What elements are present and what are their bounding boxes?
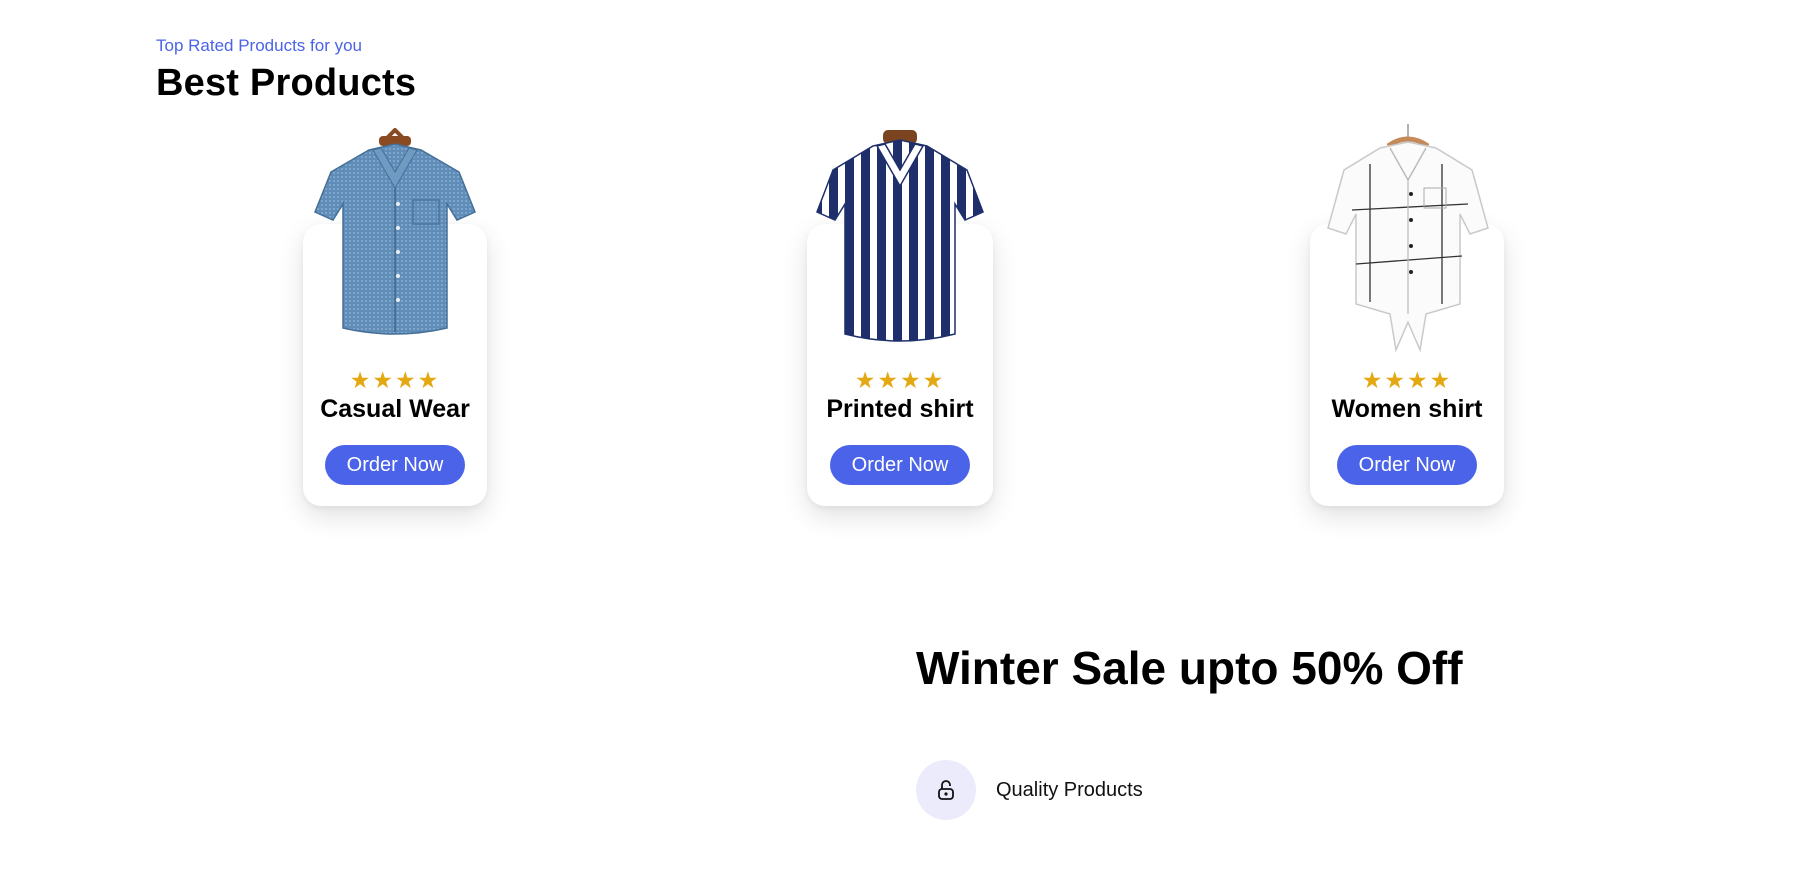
order-now-button[interactable]: Order Now [830,445,970,485]
star-rating: ★★★★ [1361,367,1453,393]
section-header: Top Rated Products for you Best Products [156,36,416,106]
product-card-women-shirt: ★★★★ Women shirt Order Now [1310,124,1504,506]
section-subtitle: Top Rated Products for you [156,36,363,55]
white-plaid-shirt-image [1327,124,1489,353]
winter-sale-heading: Winter Sale upto 50% Off [916,642,1463,694]
order-now-button[interactable]: Order Now [325,445,465,485]
feature-quality-products: Quality Products [916,760,1143,820]
star-rating: ★★★★ [349,367,441,393]
product-name: Casual Wear [320,395,470,423]
order-now-button[interactable]: Order Now [1337,445,1477,485]
product-card-printed-shirt: ★★★★ Printed shirt Order Now [807,130,993,506]
star-rating: ★★★★ [854,367,946,393]
blue-checked-shirt-image [314,128,476,335]
navy-striped-shirt-image [816,130,984,342]
lock-icon [916,760,976,820]
product-name: Printed shirt [826,395,974,423]
feature-label: Quality Products [996,778,1143,801]
product-name: Women shirt [1331,395,1483,423]
product-card-casual-wear: ★★★★ Casual Wear Order Now [303,128,487,506]
section-title: Best Products [156,62,417,104]
